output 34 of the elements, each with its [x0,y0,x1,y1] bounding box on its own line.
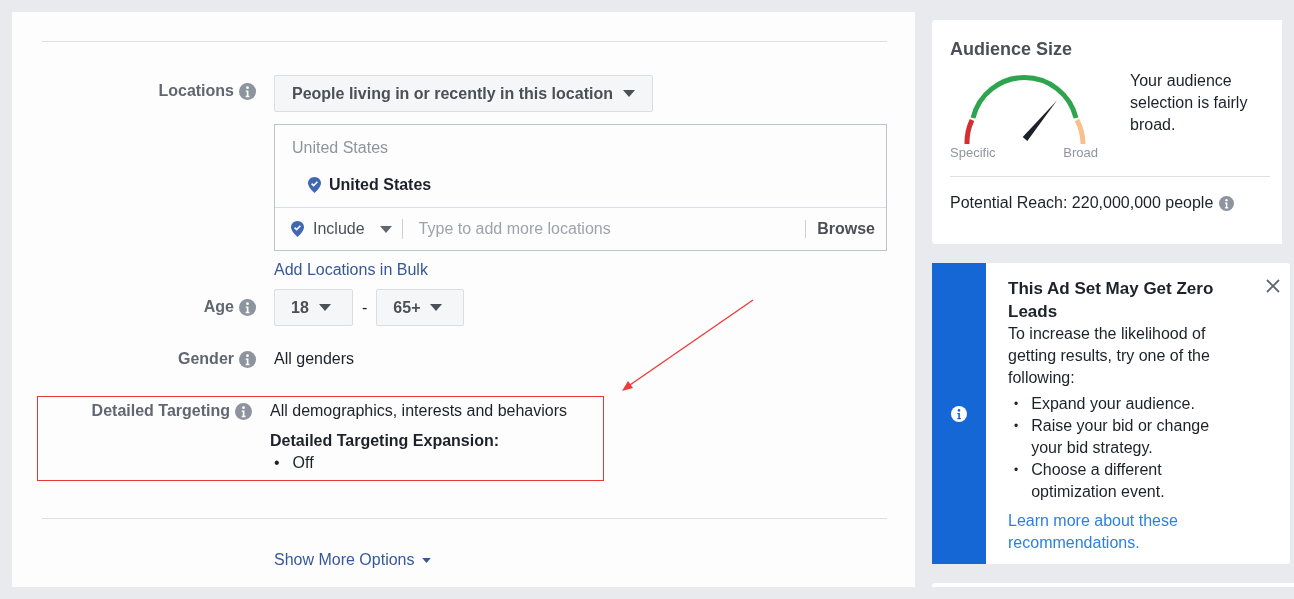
suggestion-item: Choose a different optimization event. [1031,460,1166,502]
suggestion-item: Expand your audience. [1031,394,1195,414]
field-label: Gender [178,350,234,368]
field-label: Detailed Targeting [91,402,230,420]
list-bullet: • [274,453,280,473]
location-search-field[interactable]: Type to add more locations [410,220,806,238]
age-min-dropdown[interactable]: 18 [274,289,353,326]
field-label: Locations [158,82,234,100]
alert-message: To increase the likelihood of getting results, try one of the following: [1008,324,1211,388]
add-locations-link[interactable]: Add Locations in Bulk [274,261,428,279]
audience-description: Your audience selection is fairly broad. [1130,71,1249,135]
gauge-label: Specific [950,145,996,160]
field-label: Age [203,298,234,316]
list-bullet: • [1014,396,1019,413]
gender-value: All genders [274,350,355,367]
browse-button[interactable]: Browse [805,220,875,238]
list-bullet: • [1014,462,1019,479]
suggestion-item: Raise your bid or change your bid strategy. [1031,416,1211,458]
show-more-options-link[interactable]: Show More Options [274,551,431,569]
detailed-targeting-value: All demographics, interests and behaviors [270,402,568,419]
location-mode-dropdown[interactable]: People living in or recently in this location [274,75,653,112]
include-dropdown[interactable]: Include [291,219,403,239]
gauge-label: Broad [1063,145,1098,160]
expansion-heading: Detailed Targeting Expansion: [270,432,500,449]
selected-location[interactable]: United States [329,176,432,194]
potential-reach: Potential Reach: 220,000,000 people [950,194,1214,212]
list-bullet: • [1014,418,1019,435]
range-separator: - [362,298,368,317]
location-group-heading: United States [292,139,389,156]
age-max-dropdown[interactable]: 65+ [376,289,465,326]
expansion-status: Off [292,453,314,473]
alert-title: This Ad Set May Get Zero Leads [1008,278,1215,323]
card-title: Audience Size [950,39,1073,59]
learn-more-link[interactable]: Learn more about these recommendations. [1008,510,1230,554]
